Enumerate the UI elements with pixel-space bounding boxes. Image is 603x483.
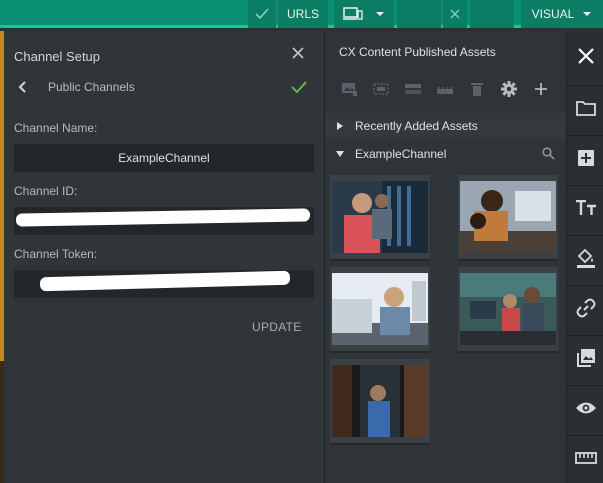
add-box-icon [577, 149, 594, 166]
sidebar-item-add[interactable] [567, 135, 603, 179]
urls-button[interactable]: URLS [278, 0, 328, 28]
channel-name-label: Channel Name: [14, 121, 98, 135]
image-button[interactable] [333, 79, 365, 99]
link-icon [576, 298, 595, 317]
asset-photo [460, 273, 556, 345]
grid-icon [437, 87, 453, 94]
gear-icon [501, 81, 517, 97]
channel-setup-panel: Channel Setup Public Channels Channel Na… [4, 31, 324, 483]
image-icon [342, 83, 357, 96]
sidebar-item-ruler[interactable] [567, 435, 603, 479]
sidebar-item-media[interactable] [567, 335, 603, 379]
channel-name-field[interactable]: ExampleChannel [14, 144, 314, 172]
asset-photo [460, 181, 556, 253]
sidebar-item-link[interactable] [567, 285, 603, 329]
eye-icon [575, 402, 596, 413]
sidebar-item-text[interactable] [567, 185, 603, 229]
channel-id-label: Channel ID: [14, 184, 78, 198]
list-icon [405, 84, 421, 94]
paint-bucket-icon [576, 248, 595, 268]
asset-thumbnail[interactable] [458, 267, 558, 353]
chevron-down-icon [376, 12, 384, 16]
breadcrumb[interactable]: Public Channels [48, 80, 135, 94]
trash-icon [471, 83, 483, 96]
update-button[interactable]: UPDATE [252, 320, 302, 334]
top-toolbar: URLS VISUAL [0, 0, 603, 28]
check-icon[interactable] [290, 79, 308, 95]
close-icon [450, 9, 460, 19]
assets-panel-title: CX Content Published Assets [339, 45, 496, 59]
assets-toolbar [333, 79, 557, 99]
sidebar-item-fill[interactable] [567, 235, 603, 279]
plus-icon [535, 83, 547, 95]
visual-label: VISUAL [531, 7, 575, 21]
search-icon[interactable] [542, 147, 555, 160]
device-preview-button[interactable] [334, 0, 394, 28]
caret-down-icon [336, 151, 344, 157]
select-button[interactable] [365, 79, 397, 99]
channel-token-label: Channel Token: [14, 247, 98, 261]
chevron-down-icon [583, 12, 592, 16]
toolbar-blank-slot[interactable] [397, 0, 441, 28]
cancel-button[interactable] [443, 0, 467, 28]
asset-thumbnail[interactable] [330, 175, 430, 261]
section-label: ExampleChannel [355, 147, 447, 161]
asset-photo [332, 365, 428, 437]
asset-photo [332, 273, 428, 345]
panel-title: Channel Setup [14, 49, 101, 64]
image-gallery-icon [576, 348, 595, 367]
confirm-button[interactable] [248, 0, 276, 28]
devices-icon [343, 7, 363, 20]
folder-icon [575, 100, 596, 116]
right-sidebar [566, 31, 603, 483]
section-label: Recently Added Assets [355, 119, 478, 133]
asset-thumbnail[interactable] [330, 267, 430, 353]
sidebar-item-preview[interactable] [567, 385, 603, 429]
section-recently-added[interactable]: Recently Added Assets [325, 113, 566, 139]
asset-photo [332, 181, 428, 253]
ruler-icon [574, 451, 597, 464]
asset-thumbnail[interactable] [330, 359, 430, 445]
toolbar-blank-slot-2[interactable] [470, 0, 514, 28]
sidebar-item-folder[interactable] [567, 85, 603, 129]
text-format-icon [575, 199, 596, 215]
asset-thumbnail[interactable] [458, 175, 558, 261]
list-view-button[interactable] [397, 79, 429, 99]
caret-right-icon [337, 122, 343, 130]
add-button[interactable] [525, 79, 557, 99]
check-icon [255, 8, 269, 20]
select-icon [373, 83, 389, 95]
visual-mode-button[interactable]: VISUAL [521, 0, 603, 28]
urls-label: URLS [286, 7, 319, 21]
grid-view-button[interactable] [429, 79, 461, 99]
section-example-channel[interactable]: ExampleChannel [325, 141, 566, 167]
settings-button[interactable] [493, 79, 525, 99]
delete-button[interactable] [461, 79, 493, 99]
close-icon[interactable] [577, 47, 595, 65]
assets-panel: CX Content Published Assets Recently Add… [325, 31, 566, 483]
back-arrow-icon[interactable] [16, 79, 30, 95]
close-icon[interactable] [290, 45, 306, 61]
